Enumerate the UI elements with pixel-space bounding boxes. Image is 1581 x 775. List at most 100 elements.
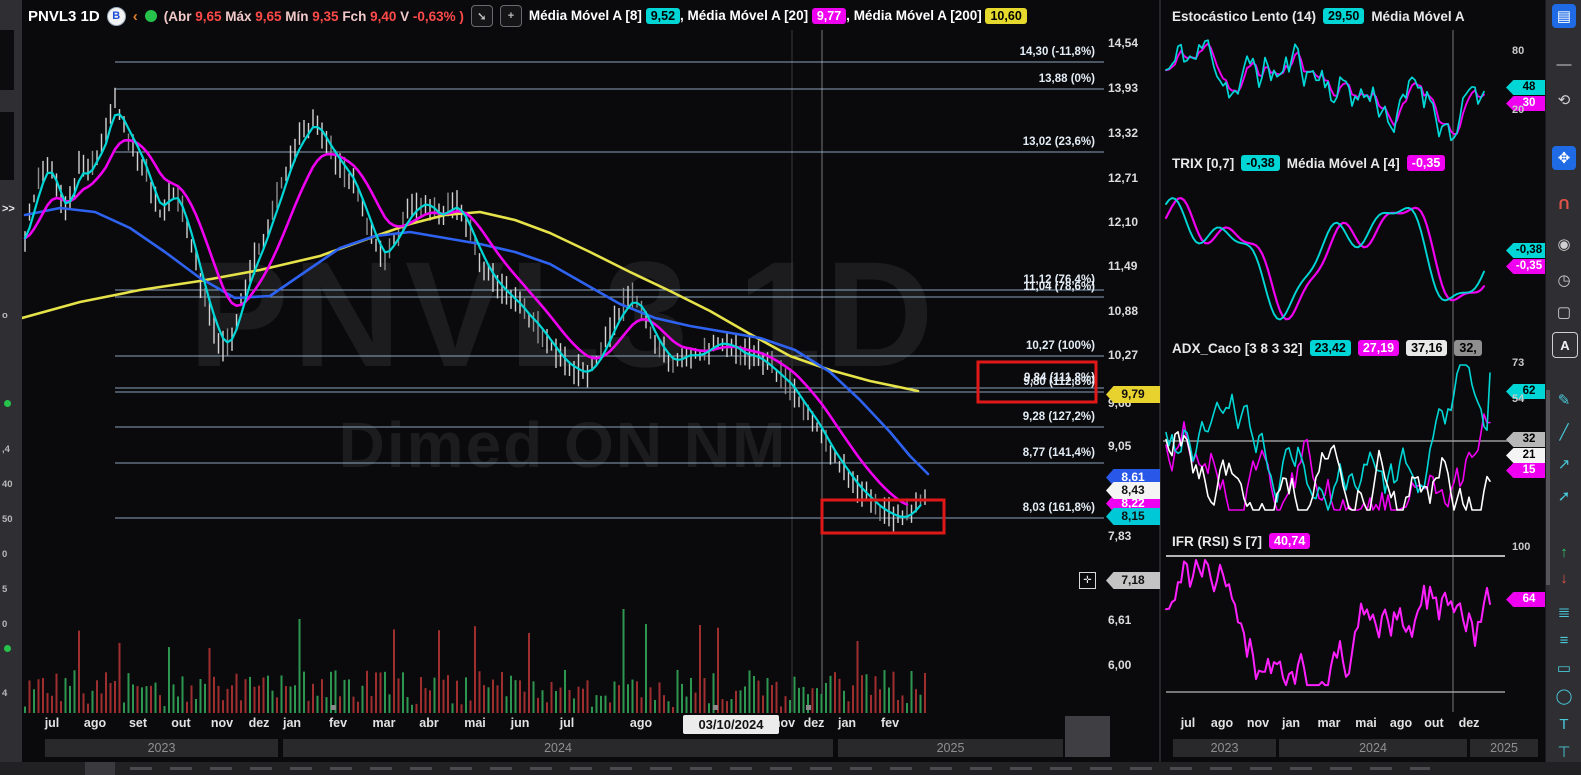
layout-icon[interactable]: ▤ xyxy=(1552,4,1576,28)
add-indicator-button[interactable]: + xyxy=(499,5,522,27)
indicator-header-trix[interactable]: TRIX [0,7] -0,38 Média Móvel A [4] -0,35 xyxy=(1172,155,1446,171)
exchange-logo-icon: B xyxy=(106,6,126,26)
minus-icon[interactable]: — xyxy=(1552,52,1576,76)
price-axis-tick: 7,83 xyxy=(1108,529,1132,543)
month-label: mar xyxy=(372,716,396,730)
ohlc-variation-label: V xyxy=(400,8,413,24)
ma-value-badge: 9,77 xyxy=(811,8,847,24)
ohlc-close-value: 9,40 xyxy=(370,8,401,24)
axis-corner-box[interactable] xyxy=(1065,716,1110,757)
month-label: out xyxy=(171,716,191,730)
collapsed-side-panel[interactable]: >> o ,4 40 50 0 5 0 4 xyxy=(0,0,22,775)
indicator-header-rsi[interactable]: IFR (RSI) S [7] 40,74 xyxy=(1172,533,1311,549)
month-label: jul xyxy=(44,716,60,730)
price-axis-tick: 6,61 xyxy=(1108,613,1132,627)
chart-canvas[interactable] xyxy=(0,0,1581,775)
indicator-header-adx[interactable]: ADX_Caco [3 8 3 32] 23,42 27,19 37,16 32… xyxy=(1172,340,1482,356)
month-label: jan xyxy=(1281,716,1301,730)
magnet-icon[interactable]: U xyxy=(1552,192,1576,216)
list-icon[interactable]: ≣ xyxy=(1552,600,1576,624)
indicator-header-stochastic[interactable]: Estocástico Lento (14) 29,50 Média Móvel… xyxy=(1172,8,1465,24)
lines-icon[interactable]: ≡ xyxy=(1552,628,1576,652)
moving-averages-legend[interactable]: Média Móvel A [8] 9,52, Média Móvel A [2… xyxy=(529,8,1027,24)
rectangle-icon[interactable]: ▭ xyxy=(1552,656,1576,680)
fib-level-label: 11,04 (78,6%) xyxy=(1023,281,1095,293)
status-dot-icon xyxy=(144,10,157,22)
year-band: 2025 xyxy=(1470,739,1538,757)
month-label: mai xyxy=(464,716,486,730)
anchor-icon[interactable]: ⊤ xyxy=(1552,740,1576,764)
pencil-icon[interactable]: ✎ xyxy=(1552,388,1576,412)
ma-label: Média Móvel A [8] xyxy=(528,8,646,23)
year-band: 2024 xyxy=(1279,739,1467,757)
price-axis-tick: 11,49 xyxy=(1108,259,1138,273)
hand-tool-icon[interactable]: ✥ xyxy=(1552,146,1576,170)
ohlc-readout: (Abr 9,65 Máx 9,65 Mín 9,35 Fch 9,40 V -… xyxy=(164,9,464,24)
indicator-value-badge: -0,38 xyxy=(1241,155,1280,171)
price-axis-tick: 9,05 xyxy=(1108,439,1132,453)
ohlc-open-value: 9,65 xyxy=(195,8,226,24)
back-arrow-icon[interactable]: ‹ xyxy=(133,8,138,25)
indicator-title: TRIX [0,7] xyxy=(1172,155,1235,171)
indicator-value-badge: 37,16 xyxy=(1406,340,1448,356)
ma-value-badge: 10,60 xyxy=(985,8,1027,24)
price-axis-tick: 14,54 xyxy=(1108,36,1139,50)
text-tool-icon[interactable]: A xyxy=(1552,332,1578,358)
symbol-title: PNVL3 1D xyxy=(28,7,100,25)
price-axis-tick: 13,93 xyxy=(1108,81,1139,95)
indicator-title: IFR (RSI) S [7] xyxy=(1172,533,1262,549)
ohlc-high-value: 9,65 xyxy=(255,8,286,24)
fib-level-label: 14,30 (-11,8%) xyxy=(1019,46,1095,58)
arrow-icon[interactable]: ➚ xyxy=(1552,484,1576,508)
indicator-title: ADX_Caco [3 8 3 32] xyxy=(1172,340,1303,356)
indicator-value-badge: 23,42 xyxy=(1309,340,1351,356)
price-badge: 7,18 xyxy=(1106,572,1160,589)
background-window-tab xyxy=(85,762,115,775)
expand-panel-chevron[interactable]: >> xyxy=(2,203,15,215)
fib-level-label: 8,03 (161,8%) xyxy=(1022,502,1095,514)
clipped-quote-fragment: 5 xyxy=(2,584,8,595)
month-label: mar xyxy=(1317,716,1341,730)
clipped-quote-fragment: ,4 xyxy=(2,444,10,455)
eye-icon[interactable]: ◉ xyxy=(1552,232,1576,256)
fib-level-label: 13,02 (23,6%) xyxy=(1022,136,1095,148)
circle-icon[interactable]: ◯ xyxy=(1552,684,1576,708)
clipped-quote-fragment: 50 xyxy=(2,514,13,525)
month-label: ago xyxy=(1210,716,1234,730)
clipped-quote-fragment: 40 xyxy=(2,479,13,490)
month-label: mai xyxy=(1355,716,1377,730)
text-icon[interactable]: T xyxy=(1552,712,1576,736)
price-axis-tick: 13,32 xyxy=(1108,126,1139,140)
ma-label: Média Móvel A [200] xyxy=(853,8,986,23)
price-badge: 8,15 xyxy=(1106,508,1160,525)
ray-icon[interactable]: ↗ xyxy=(1552,452,1576,476)
selection-icon[interactable]: ▢ xyxy=(1552,300,1576,324)
fib-level-label: 8,77 (141,4%) xyxy=(1022,447,1095,459)
cursor-tool-button[interactable]: ➘ xyxy=(470,5,493,27)
arrow-down-icon[interactable]: ↓ xyxy=(1552,566,1576,590)
price-axis-tick: 6,00 xyxy=(1108,658,1132,672)
background-window-text-blur xyxy=(130,767,1430,770)
undo-icon[interactable]: ⟲ xyxy=(1552,88,1576,112)
month-label: dez xyxy=(1458,716,1480,730)
left-panel-fragment xyxy=(0,112,14,180)
drawing-toolbar[interactable]: ▤ — ⟲ ✥ U ◉ ◷ ▢ A ✎ ╱ ↗ ➚ ↑ ↓ ≣ ≡ ▭ ◯ T ⊤ xyxy=(1545,0,1581,775)
month-label: ago xyxy=(83,716,107,730)
indicator-axis-tick: 20 xyxy=(1512,104,1525,116)
arrow-up-icon[interactable]: ↑ xyxy=(1552,540,1576,564)
toolbar-scrollbar[interactable] xyxy=(1546,390,1550,585)
year-band: 2023 xyxy=(45,739,278,757)
fib-level-label: 10,27 (100%) xyxy=(1025,340,1095,352)
trendline-icon[interactable]: ╱ xyxy=(1552,420,1576,444)
price-badge: 9,79 xyxy=(1106,386,1160,403)
indicator-value-badge: 32, xyxy=(1454,340,1482,356)
year-band: 2024 xyxy=(283,739,833,757)
month-label: ago xyxy=(629,716,653,730)
month-label: out xyxy=(1424,716,1444,730)
stopwatch-icon[interactable]: ◷ xyxy=(1552,268,1576,292)
indicator-axis-tick: 73 xyxy=(1512,357,1525,369)
status-dot-icon xyxy=(4,645,11,652)
indicator-axis-tick: 80 xyxy=(1512,45,1525,57)
indicator-title: Estocástico Lento (14) xyxy=(1172,8,1317,24)
price-axis-tick: 10,27 xyxy=(1108,348,1139,362)
